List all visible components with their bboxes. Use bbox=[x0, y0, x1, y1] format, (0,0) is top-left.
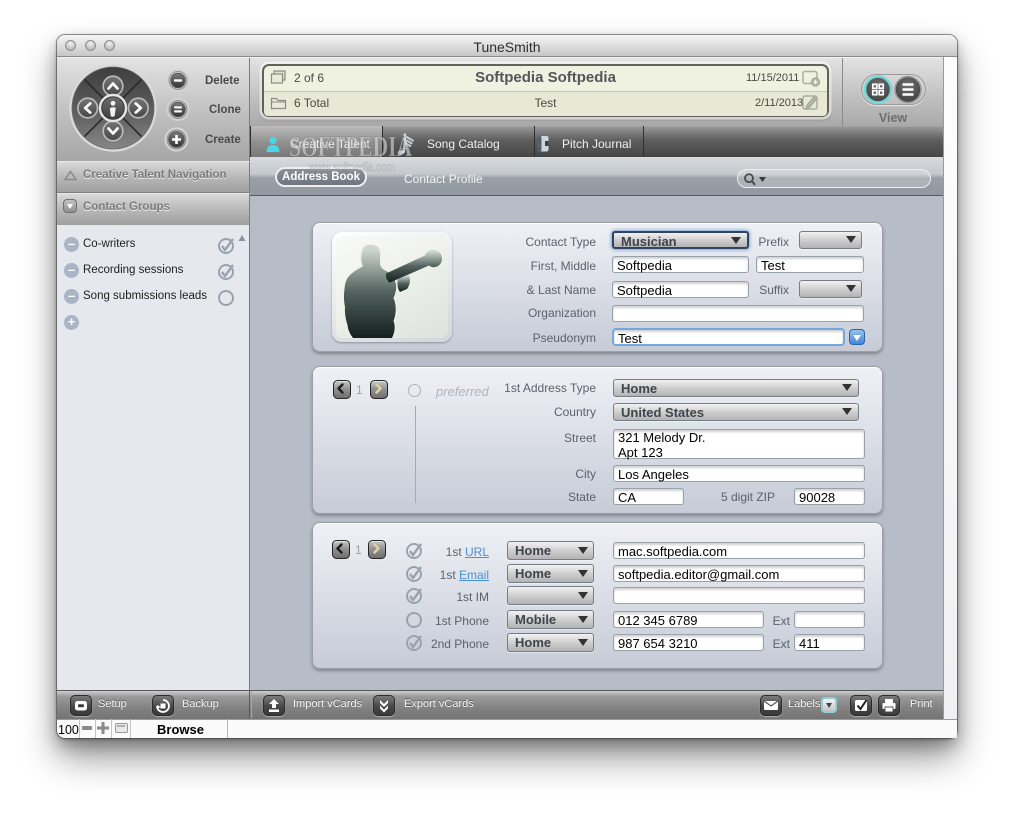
svg-text:SOFTPEDIA: SOFTPEDIA bbox=[289, 132, 413, 163]
svg-text:www.softpedia.com: www.softpedia.com bbox=[308, 162, 395, 174]
